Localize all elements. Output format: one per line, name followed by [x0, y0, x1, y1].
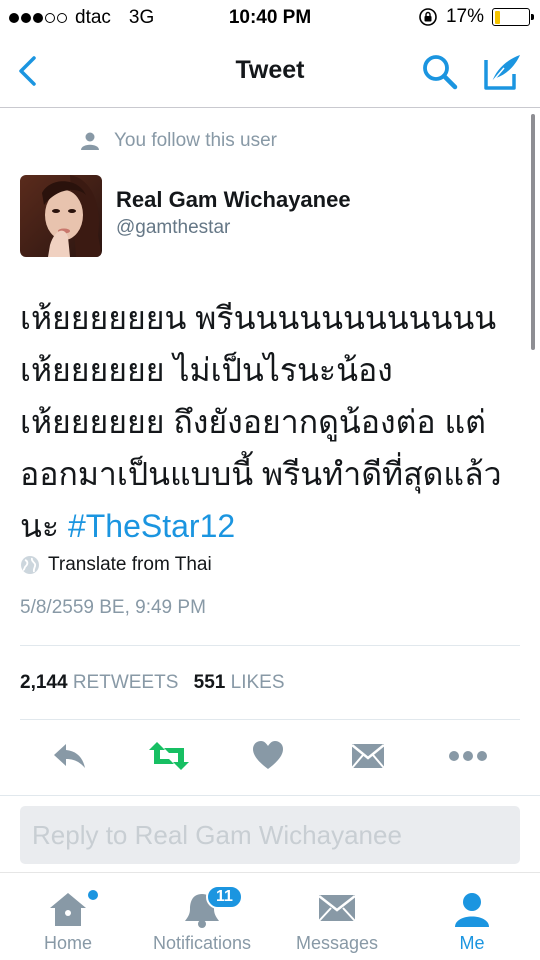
status-bar: dtac 3G 10:40 PM 17%	[0, 0, 540, 36]
globe-icon	[21, 556, 39, 574]
tab-label: Messages	[295, 933, 379, 953]
retweet-icon[interactable]	[148, 738, 190, 774]
translate-link[interactable]: Translate from Thai	[20, 554, 212, 576]
tab-messages[interactable]: Messages	[286, 873, 388, 960]
compose-icon[interactable]	[482, 50, 524, 92]
person-icon	[455, 893, 489, 927]
notification-badge: 11	[206, 885, 243, 909]
home-icon	[50, 893, 86, 926]
search-icon[interactable]	[420, 52, 460, 92]
author-name[interactable]: Real Gam Wichayanee	[116, 187, 351, 213]
tweet-timestamp: 5/8/2559 BE, 9:49 PM	[20, 597, 206, 618]
retweet-label[interactable]: RETWEETS	[73, 672, 179, 693]
tweet-text-line: เห้ยยยยยยน พรีนนนนนนนนนนนน	[20, 300, 497, 336]
home-unread-dot	[88, 890, 98, 900]
reply-input[interactable]: Reply to Real Gam Wichayanee	[20, 806, 520, 864]
tab-home[interactable]: Home	[20, 873, 116, 960]
avatar[interactable]	[20, 175, 102, 257]
tab-me[interactable]: Me	[432, 873, 512, 960]
navigation-bar: Tweet	[0, 36, 540, 108]
tweet-stats: 2,144 RETWEETS 551 LIKES	[20, 672, 285, 694]
tweet-text-line: นะ #TheStar12	[20, 500, 520, 552]
hashtag-link[interactable]: #TheStar12	[68, 508, 235, 544]
tweet-text: เห้ยยยยยยน พรีนนนนนนนนนนนน เห้ยยยยยย ไม่…	[20, 292, 520, 552]
tab-label: Notifications	[152, 933, 252, 953]
like-count[interactable]: 551	[194, 672, 226, 693]
tab-bar: Home Notifications Messages Me	[0, 872, 540, 960]
battery-icon	[492, 8, 534, 26]
tweet-text-line: เห้ยยยยยย ถึงยังอยากดูน้องต่อ แต่	[20, 404, 486, 440]
like-label[interactable]: LIKES	[231, 672, 285, 693]
envelope-icon	[318, 895, 356, 922]
divider	[20, 719, 520, 720]
follow-context: You follow this user	[80, 130, 277, 152]
person-icon	[81, 132, 99, 150]
author-handle[interactable]: @gamthestar	[116, 217, 230, 239]
message-icon[interactable]	[350, 738, 386, 774]
follow-context-text: You follow this user	[114, 130, 278, 151]
divider	[20, 645, 520, 646]
retweet-count[interactable]: 2,144	[20, 672, 68, 693]
tweet-text-line: ออกมาเป็นแบบนี้ พรีนทำดีที่สุดแล้ว	[20, 456, 502, 492]
rotation-lock-icon	[419, 8, 437, 26]
tweet-text-line: เห้ยยยยยย ไม่เป็นไรนะน้อง	[20, 352, 393, 388]
tab-notifications[interactable]: Notifications	[142, 873, 262, 960]
tab-label: Me	[459, 933, 485, 953]
tab-label: Home	[43, 933, 92, 953]
translate-label: Translate from Thai	[48, 554, 212, 575]
scroll-indicator[interactable]	[531, 114, 535, 350]
tweet-text-fragment: นะ	[20, 508, 60, 544]
divider	[0, 795, 540, 796]
battery-percent: 17%	[445, 6, 484, 27]
reply-icon[interactable]	[52, 738, 88, 774]
more-icon[interactable]	[448, 738, 488, 774]
heart-icon[interactable]	[252, 738, 284, 774]
